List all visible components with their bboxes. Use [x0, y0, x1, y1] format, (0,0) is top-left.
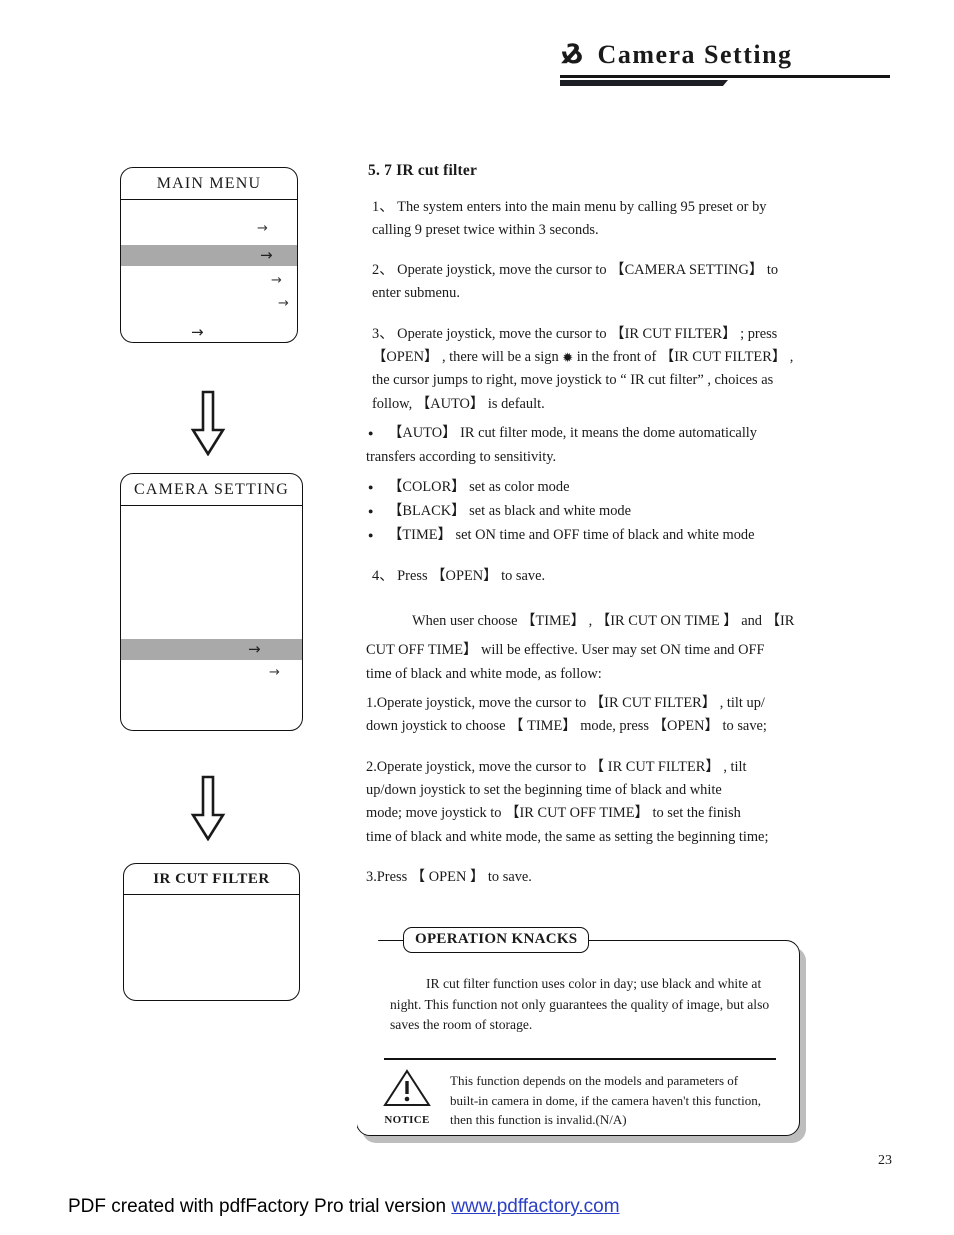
- step-3: 3、 Operate joystick, move the cursor to …: [366, 323, 834, 416]
- bullet-auto-continuation: transfers according to sensitivity.: [366, 449, 557, 466]
- flow-arrow-down-1: [190, 390, 226, 457]
- osd-menu-row[interactable]: →: [121, 245, 297, 266]
- osd-main-menu-box: MAIN MENU → → → → →: [120, 167, 298, 343]
- page-title: Camera Setting: [597, 40, 793, 69]
- step-2-line-2: enter submenu.: [372, 285, 460, 302]
- osd-row-arrow-icon: →: [191, 323, 204, 341]
- osd-menu-row[interactable]: →: [121, 218, 297, 239]
- osd-camera-setting-rows: → →: [121, 639, 302, 683]
- osd-row-arrow-icon: →: [269, 665, 280, 680]
- section-heading: 5. 7 IR cut filter: [368, 162, 478, 179]
- callout-divider: [384, 1058, 776, 1060]
- step-3-line-1: 3、 Operate joystick, move the cursor to …: [372, 325, 778, 342]
- osd-menu-row[interactable]: →: [121, 322, 297, 342]
- list-item: 【AUTO】 IR cut filter mode, it means the …: [366, 422, 834, 445]
- step-3-line-2-b: in the front of 【IR CUT FILTER】 ,: [573, 349, 794, 366]
- time-note-line-3: time of black and white mode, as follow:: [366, 665, 602, 682]
- substep-2-line-2: up/down joystick to set the beginning ti…: [366, 782, 722, 799]
- bullet-black: 【BLACK】 set as black and white mode: [388, 503, 631, 520]
- substep-1: 1.Operate joystick, move the cursor to 【…: [366, 692, 834, 739]
- osd-menu-row[interactable]: →: [121, 293, 297, 314]
- time-note-line-1: When user choose 【TIME】 , 【IR CUT ON TIM…: [412, 613, 795, 630]
- header-rule-bottom: [560, 80, 728, 86]
- operation-knacks-tab-label: OPERATION KNACKS: [403, 927, 590, 953]
- notice-label: NOTICE: [384, 1114, 430, 1126]
- osd-camera-setting-box: CAMERA SETTING → →: [120, 473, 303, 731]
- step-2-line-1: 2、 Operate joystick, move the cursor to …: [372, 262, 779, 279]
- step-2: 2、 Operate joystick, move the cursor to …: [366, 259, 834, 306]
- instructions-column: 5. 7 IR cut filter 1、 The system enters …: [366, 163, 834, 895]
- notice-block: NOTICE This function depends on the mode…: [378, 1068, 768, 1130]
- osd-row-arrow-icon: →: [257, 221, 268, 236]
- step-1: 1、 The system enters into the main menu …: [366, 196, 834, 243]
- substep-1-line-1: 1.Operate joystick, move the cursor to 【…: [366, 695, 765, 712]
- list-item: 【COLOR】 set as color mode: [366, 476, 834, 499]
- header-row: & Camera Setting: [560, 39, 890, 70]
- list-item: 【BLACK】 set as black and white mode: [366, 500, 834, 523]
- notice-text: This function depends on the models and …: [450, 1073, 761, 1127]
- osd-ir-cut-filter-box: IR CUT FILTER: [123, 863, 300, 1001]
- step-1-line-2: calling 9 preset twice within 3 seconds.: [372, 221, 599, 238]
- bullet-auto: 【AUTO】 IR cut filter mode, it means the …: [388, 425, 758, 442]
- step-3-line-2-a: 【OPEN】 , there will be a sign: [372, 349, 563, 366]
- bullet-time: 【TIME】 set ON time and OFF time of black…: [388, 527, 755, 544]
- osd-menu-row[interactable]: →: [121, 270, 297, 291]
- page-header: & Camera Setting: [560, 39, 890, 86]
- bullet-color: 【COLOR】 set as color mode: [388, 478, 570, 495]
- osd-menu-row[interactable]: →: [121, 639, 302, 660]
- flourish-ornament-icon: &: [560, 39, 584, 70]
- time-note-line-2: CUT OFF TIME】 will be effective. User ma…: [366, 642, 765, 659]
- step-3-line-3: the cursor jumps to right, move joystick…: [372, 372, 774, 389]
- pdf-watermark-text: PDF created with pdfFactory Pro trial ve…: [68, 1196, 452, 1217]
- substep-2-line-1: 2.Operate joystick, move the cursor to 【…: [366, 758, 747, 775]
- substep-3: 3.Press 【 OPEN 】 to save.: [366, 869, 532, 886]
- step-4: 4、 Press 【OPEN】 to save.: [372, 567, 546, 584]
- flow-arrow-down-2: [190, 775, 226, 842]
- osd-row-arrow-icon: →: [248, 640, 261, 658]
- substep-2-line-3: mode; move joystick to 【IR CUT OFF TIME】…: [366, 805, 741, 822]
- mode-options-list: 【AUTO】 IR cut filter mode, it means the …: [366, 422, 834, 445]
- page-number: 23: [878, 1153, 892, 1168]
- list-item: 【TIME】 set ON time and OFF time of black…: [366, 524, 834, 547]
- osd-row-arrow-icon: →: [271, 273, 282, 288]
- substep-2-line-4: time of black and white mode, the same a…: [366, 828, 769, 845]
- pdf-watermark: PDF created with pdfFactory Pro trial ve…: [68, 1196, 620, 1218]
- operation-knacks-text: IR cut filter function uses color in day…: [390, 976, 770, 1033]
- mode-options-list-2: 【COLOR】 set as color mode 【BLACK】 set as…: [366, 476, 834, 548]
- substep-2: 2.Operate joystick, move the cursor to 【…: [366, 756, 834, 849]
- substep-1-line-2: down joystick to choose 【 TIME】 mode, pr…: [366, 718, 767, 735]
- warning-triangle-icon: [383, 1069, 431, 1106]
- gear-sign-icon: ✹: [562, 351, 574, 367]
- step-3-line-4: follow, 【AUTO】 is default.: [372, 395, 545, 412]
- notice-mark: NOTICE: [378, 1068, 436, 1126]
- osd-row-arrow-icon: →: [278, 296, 289, 311]
- pdffactory-link[interactable]: www.pdffactory.com: [451, 1196, 619, 1217]
- osd-row-arrow-icon: →: [260, 246, 273, 264]
- operation-knacks-callout: OPERATION KNACKS IR cut filter function …: [356, 927, 806, 1143]
- step-1-line-1: 1、 The system enters into the main menu …: [372, 198, 767, 215]
- osd-menu-row[interactable]: →: [121, 662, 302, 683]
- osd-main-menu-title: MAIN MENU: [121, 168, 297, 200]
- time-note: When user choose 【TIME】 , 【IR CUT ON TIM…: [366, 610, 834, 686]
- header-rule-top: [560, 75, 890, 78]
- osd-camera-setting-title: CAMERA SETTING: [121, 474, 302, 506]
- osd-main-menu-rows: → → → → →: [121, 218, 297, 342]
- osd-ir-cut-filter-title: IR CUT FILTER: [124, 864, 299, 895]
